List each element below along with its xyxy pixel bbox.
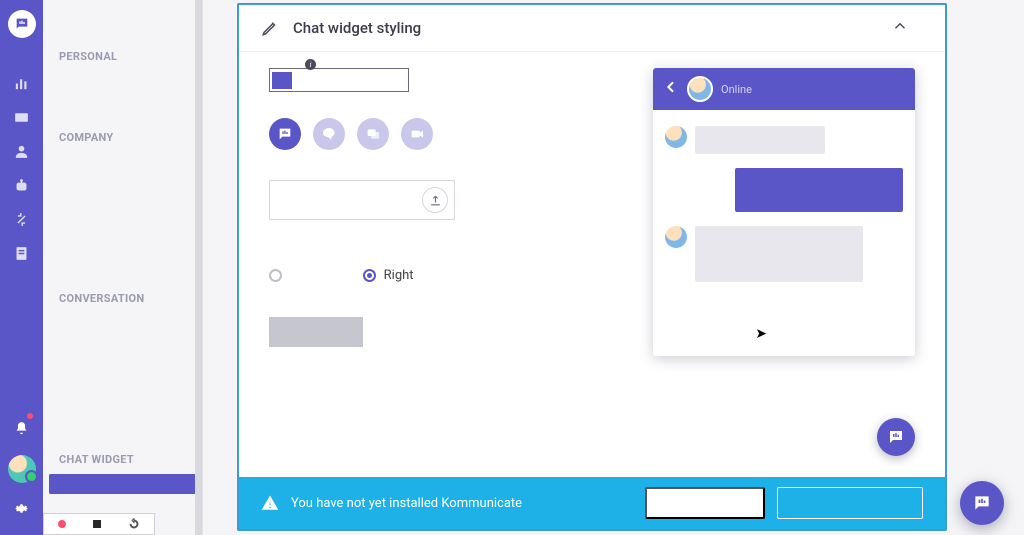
preview-launcher-fab xyxy=(877,418,915,456)
stop-icon[interactable] xyxy=(93,520,101,528)
settings-icon[interactable] xyxy=(2,493,42,527)
sidebar-group-company: COMPANY xyxy=(43,117,202,150)
main-panel: Chat widget styling i Left Right xyxy=(237,3,947,531)
record-icon[interactable] xyxy=(58,520,66,528)
user-avatar[interactable] xyxy=(8,455,36,483)
sidebar-item-styling[interactable] xyxy=(49,474,196,494)
install-banner: You have not yet installed Kommunicate xyxy=(239,477,945,529)
preview-agent-avatar xyxy=(687,76,713,102)
back-icon xyxy=(663,79,679,99)
save-button[interactable] xyxy=(269,317,363,347)
cursor-icon: ➤ xyxy=(755,326,767,342)
notifications-icon[interactable] xyxy=(2,411,42,445)
icon-rail xyxy=(0,0,43,535)
launcher-option-overlap[interactable] xyxy=(357,118,389,150)
pencil-icon xyxy=(261,19,279,37)
color-input[interactable] xyxy=(269,68,409,92)
upload-custom-icon[interactable] xyxy=(269,180,455,220)
settings-sidebar: PERSONAL COMPANY CONVERSATION CHAT WIDGE… xyxy=(43,0,203,535)
warning-icon xyxy=(261,494,279,512)
launcher-option-chat[interactable] xyxy=(269,118,301,150)
sidebar-group-personal: PERSONAL xyxy=(43,36,202,69)
recording-controls xyxy=(43,513,155,535)
preview-header: Online xyxy=(653,68,915,110)
nav-users-icon[interactable] xyxy=(2,134,42,168)
nav-bot-icon[interactable] xyxy=(2,168,42,202)
launcher-option-video[interactable] xyxy=(401,118,433,150)
nav-integrations-icon[interactable] xyxy=(2,202,42,236)
position-right-radio[interactable]: Right xyxy=(363,268,414,283)
incoming-bubble xyxy=(695,126,825,154)
position-radio-group: Left Right xyxy=(269,268,589,283)
banner-text: You have not yet installed Kommunicate xyxy=(291,496,633,511)
widget-preview: Online ➤ xyxy=(653,68,915,356)
color-swatch xyxy=(272,72,292,89)
section-header[interactable]: Chat widget styling xyxy=(239,5,945,52)
global-chat-fab[interactable] xyxy=(960,481,1004,525)
incoming-bubble xyxy=(695,226,863,282)
nav-conversations-icon[interactable] xyxy=(2,100,42,134)
launcher-option-speech[interactable] xyxy=(313,118,345,150)
chevron-up-icon xyxy=(891,17,923,39)
msg-avatar xyxy=(665,226,687,248)
restart-icon[interactable] xyxy=(128,515,140,534)
position-right-label: Right xyxy=(384,268,414,283)
nav-reports-icon[interactable] xyxy=(2,236,42,270)
upload-icon[interactable] xyxy=(422,187,448,213)
sidebar-group-conversation: CONVERSATION xyxy=(43,278,202,311)
msg-avatar xyxy=(665,126,687,148)
banner-secondary-button[interactable] xyxy=(777,487,923,519)
brand-logo[interactable] xyxy=(8,10,36,38)
position-left-radio[interactable]: Left xyxy=(269,268,313,283)
sidebar-group-chat-widget: CHAT WIDGET xyxy=(43,439,202,472)
nav-dashboard-icon[interactable] xyxy=(2,66,42,100)
scrollbar[interactable] xyxy=(195,0,202,535)
section-title: Chat widget styling xyxy=(293,19,421,37)
banner-primary-button[interactable] xyxy=(645,487,765,519)
launcher-icon-picker xyxy=(269,118,589,150)
outgoing-bubble xyxy=(735,168,903,212)
preview-status: Online xyxy=(721,83,752,96)
primary-color-field: i xyxy=(269,68,589,92)
info-icon[interactable]: i xyxy=(305,59,316,70)
